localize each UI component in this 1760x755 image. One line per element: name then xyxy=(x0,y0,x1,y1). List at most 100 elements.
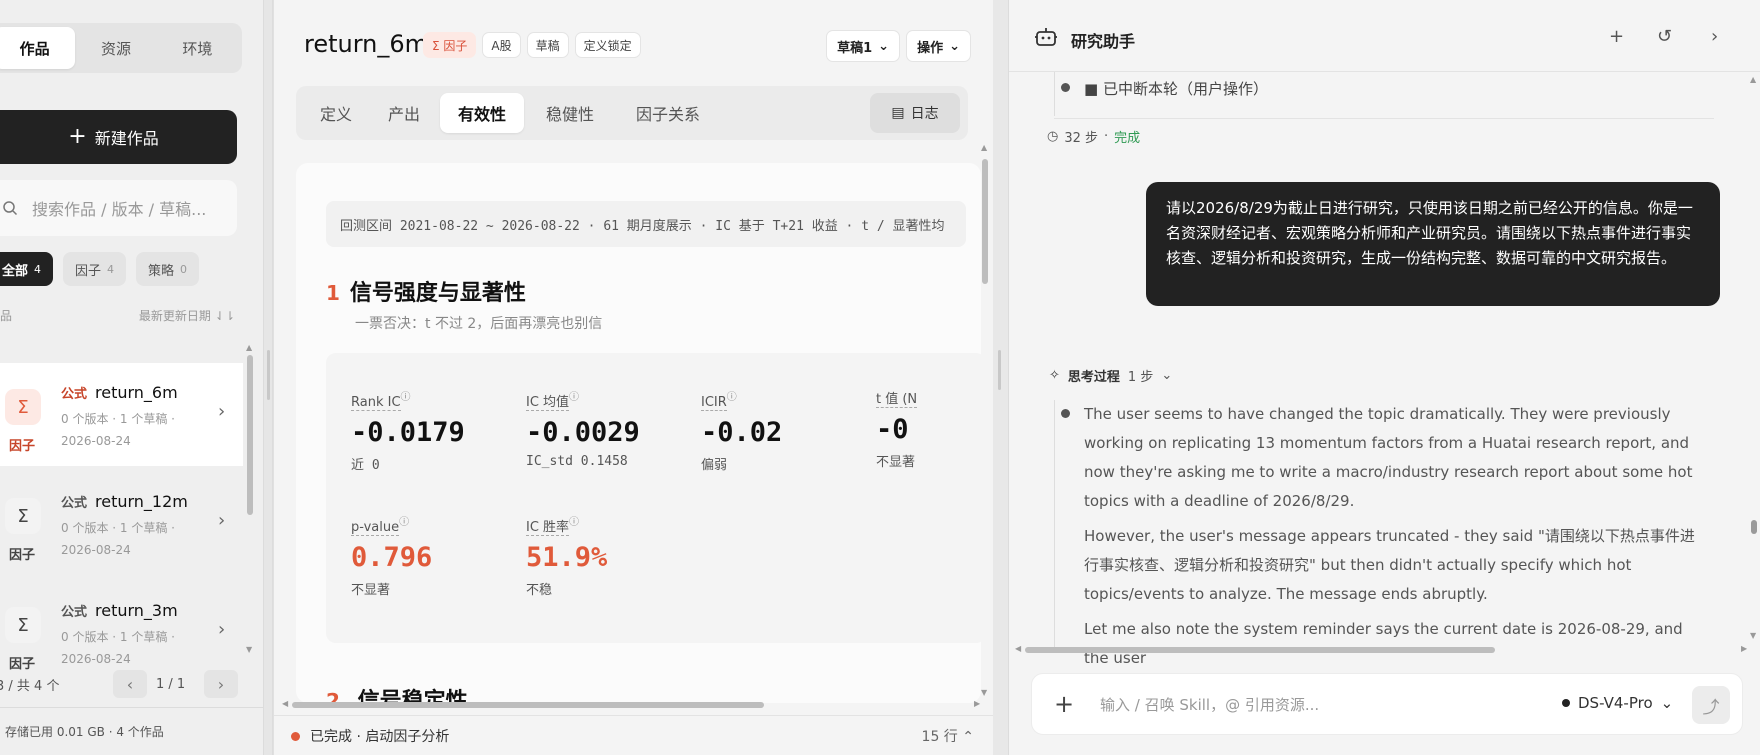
metric-value: -0.0179 xyxy=(351,417,465,449)
prev-page-button[interactable]: ‹ xyxy=(113,670,147,698)
send-button[interactable]: ⤴ xyxy=(1692,686,1730,724)
chevron-right-icon[interactable]: › xyxy=(1711,26,1718,47)
scroll-right-arrow-icon[interactable]: ▶ xyxy=(1741,644,1747,653)
tab-works[interactable]: 作品 xyxy=(0,27,76,69)
list-item[interactable]: Σ 因子 公式 return_12m 0 个版本 · 1 个草稿 · 2026-… xyxy=(0,472,243,575)
sort-toggle[interactable]: 最新更新日期 ⇃⇂ xyxy=(139,307,235,324)
chat-scrollbar-thumb[interactable] xyxy=(1751,520,1757,534)
tab-factor-relations[interactable]: 因子关系 xyxy=(616,93,720,133)
list-scrollbar-thumb[interactable] xyxy=(247,355,253,515)
metric-note: 近 0 xyxy=(351,458,380,474)
plus-icon[interactable]: + xyxy=(1609,26,1624,47)
sigma-icon: Σ xyxy=(5,389,41,425)
operations-button[interactable]: 操作 ⌄ xyxy=(906,30,971,62)
message-input[interactable] xyxy=(1100,690,1520,720)
thinking-paragraph: However, the user's message appears trun… xyxy=(1084,527,1695,603)
item-meta: 0 个版本 · 1 个草稿 · xyxy=(61,630,175,644)
status-bar: 已完成 · 启动因子分析 15 行 ⌃ xyxy=(274,715,993,755)
timeline-line xyxy=(1054,72,1055,116)
history-icon[interactable]: ↺ xyxy=(1657,26,1672,47)
factor-detail-panel: return_6m Σ 因子 A股 草稿 定义锁定 草稿1 ⌄ 操作 ⌄ 定义 产出… xyxy=(273,0,993,755)
chat-hscrollbar[interactable]: ◀ ▶ xyxy=(1015,644,1750,654)
filter-strategy[interactable]: 策略 0 xyxy=(136,252,200,286)
search-box[interactable]: 搜索作品 / 版本 / 草稿... xyxy=(0,180,237,236)
info-icon[interactable]: ⓘ xyxy=(569,392,579,403)
separator-dot: · xyxy=(1104,129,1109,144)
draft-select-button[interactable]: 草稿1 ⌄ xyxy=(826,30,901,62)
thinking-toggle[interactable]: ✧ 思考过程 1 步 ⌄ xyxy=(1049,366,1172,385)
info-icon[interactable]: ⓘ xyxy=(401,392,411,403)
resize-grip[interactable] xyxy=(267,350,270,400)
tab-validity[interactable]: 有效性 xyxy=(440,93,524,133)
operations-label: 操作 xyxy=(917,40,944,56)
timeline-dot xyxy=(1061,83,1070,92)
scroll-left-arrow-icon[interactable]: ◀ xyxy=(282,699,288,708)
resize-grip[interactable] xyxy=(998,350,1001,390)
model-dot xyxy=(1562,699,1570,707)
metric-p-value: p-valueⓘ 0.796 不显著 xyxy=(351,513,432,598)
info-icon[interactable]: ⓘ xyxy=(569,517,579,528)
panel-resize-handle[interactable] xyxy=(993,0,1008,755)
scroll-down-arrow-icon[interactable]: ▼ xyxy=(246,645,252,654)
tab-environment[interactable]: 环境 xyxy=(157,27,238,69)
scroll-down-arrow-icon[interactable]: ▼ xyxy=(1750,631,1756,640)
message-composer: + DS-V4-Pro ⌄ ⤴ xyxy=(1031,673,1743,735)
list-scrollbar[interactable]: ▲ ▼ xyxy=(246,343,254,654)
chat-scrollbar[interactable]: ▲ ▼ xyxy=(1749,75,1759,655)
chevron-down-icon: ⌄ xyxy=(878,38,890,54)
item-tag: 公式 xyxy=(61,496,88,511)
tab-robustness[interactable]: 稳健性 xyxy=(528,93,612,133)
section-number: 1 xyxy=(326,281,340,305)
sidebar-resize-handle[interactable] xyxy=(263,0,273,755)
metric-label: p-value xyxy=(351,520,400,537)
list-item[interactable]: Σ 因子 公式 return_6m 0 个版本 · 1 个草稿 · 2026-0… xyxy=(0,363,243,466)
header-actions: 草稿1 ⌄ 操作 ⌄ xyxy=(826,30,971,62)
filter-all[interactable]: 全部 4 xyxy=(0,252,54,286)
log-button[interactable]: ▤ 日志 xyxy=(870,93,960,133)
tab-output[interactable]: 产出 xyxy=(372,93,436,133)
filter-factor[interactable]: 因子 4 xyxy=(63,252,127,286)
research-assistant-panel: 研究助手 + ↺ › ■ 已中断本轮（用户操作） ◷ 32 步 · 完成 请以2… xyxy=(1008,0,1760,755)
timeline-dot xyxy=(1061,409,1070,418)
item-meta: 0 个版本 · 1 个草稿 · xyxy=(61,521,175,535)
scroll-icon: ▤ xyxy=(891,105,905,121)
row-count-toggle[interactable]: 15 行 ⌃ xyxy=(922,726,974,746)
scroll-left-arrow-icon[interactable]: ◀ xyxy=(1015,644,1021,653)
report-hscrollbar[interactable]: ◀ ▶ xyxy=(282,699,982,709)
step-count: 32 步 xyxy=(1064,131,1099,146)
list-item[interactable]: Σ 因子 公式 return_3m 0 个版本 · 1 个草稿 · 2026-0… xyxy=(0,581,243,684)
report-hscrollbar-thumb[interactable] xyxy=(292,702,764,708)
item-name: return_12m xyxy=(95,492,188,511)
sigma-icon: Σ xyxy=(5,498,41,534)
scroll-up-arrow-icon[interactable]: ▲ xyxy=(981,143,987,152)
info-icon[interactable]: ⓘ xyxy=(399,517,409,528)
scroll-down-arrow-icon[interactable]: ▼ xyxy=(981,688,987,697)
tab-definition[interactable]: 定义 xyxy=(304,93,368,133)
metric-note: 不显著 xyxy=(876,455,916,470)
status-dot xyxy=(291,732,300,741)
tab-resources[interactable]: 资源 xyxy=(75,27,156,69)
metric-value: -0.0029 xyxy=(526,417,640,449)
info-icon[interactable]: ⓘ xyxy=(727,392,737,403)
scroll-right-arrow-icon[interactable]: ▶ xyxy=(974,699,980,708)
new-work-button[interactable]: + 新建作品 xyxy=(0,110,237,164)
attach-plus-icon[interactable]: + xyxy=(1054,690,1074,718)
model-selector[interactable]: DS-V4-Pro ⌄ xyxy=(1562,694,1673,712)
sparkle-icon: ✧ xyxy=(1049,368,1060,383)
report-scrollbar-thumb[interactable] xyxy=(982,159,988,284)
section-title: 信号强度与显著性 xyxy=(349,281,526,306)
chat-hscrollbar-thumb[interactable] xyxy=(1025,647,1495,653)
chevron-down-icon: ⌄ xyxy=(1161,368,1173,383)
divider xyxy=(1054,118,1714,119)
scroll-up-arrow-icon[interactable]: ▲ xyxy=(1750,75,1756,84)
next-page-button[interactable]: › xyxy=(204,670,238,698)
metric-value: -0 xyxy=(876,414,909,445)
row-count: 15 行 xyxy=(921,729,958,745)
item-name: return_3m xyxy=(95,601,178,620)
scroll-up-arrow-icon[interactable]: ▲ xyxy=(246,343,252,352)
item-tag: 公式 xyxy=(61,387,88,402)
page-title: return_6m xyxy=(304,30,429,58)
metrics-grid: Rank ICⓘ -0.0179 近 0 IC 均值ⓘ -0.0029 IC_s… xyxy=(326,353,981,643)
report-scrollbar[interactable]: ▲ ▼ xyxy=(980,143,990,703)
metric-note: IC_std 0.1458 xyxy=(526,454,628,470)
